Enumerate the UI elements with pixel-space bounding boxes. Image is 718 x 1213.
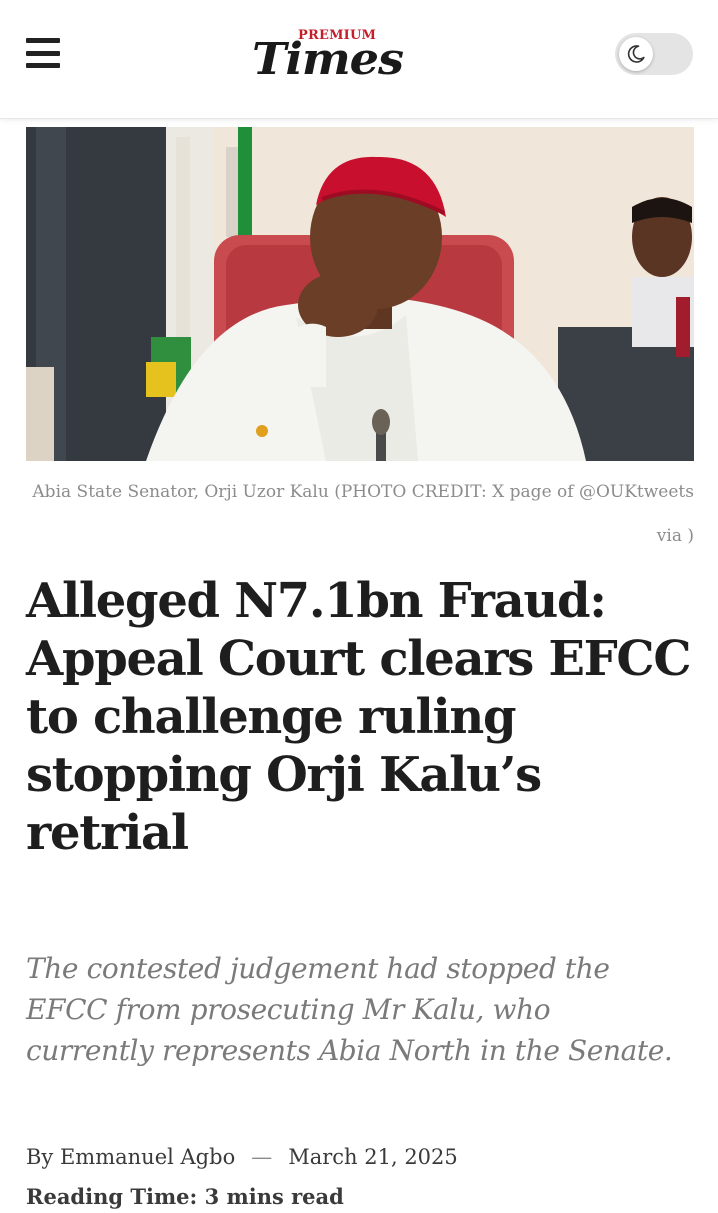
logo-times-text: Times	[252, 34, 404, 85]
hamburger-menu-icon[interactable]	[26, 38, 60, 68]
meta-separator: —	[251, 1145, 273, 1169]
site-header: PREMIUM Times	[0, 0, 718, 119]
article-meta: By Emmanuel Agbo — March 21, 2025	[26, 1141, 696, 1173]
article-subtitle: The contested judgement had stopped the …	[26, 952, 673, 1067]
article-hero-image	[26, 127, 694, 461]
author-byline[interactable]: By Emmanuel Agbo	[26, 1145, 235, 1169]
reading-time: Reading Time: 3 mins read	[26, 1184, 344, 1209]
image-caption: Abia State Senator, Orji Uzor Kalu (PHOT…	[32, 482, 694, 546]
article-headline: Alleged N7.1bn Fraud: Appeal Court clear…	[26, 573, 692, 861]
dark-mode-toggle[interactable]	[615, 33, 693, 75]
publish-date: March 21, 2025	[288, 1145, 458, 1169]
moon-icon	[619, 37, 653, 71]
site-logo[interactable]: PREMIUM Times	[252, 24, 427, 86]
